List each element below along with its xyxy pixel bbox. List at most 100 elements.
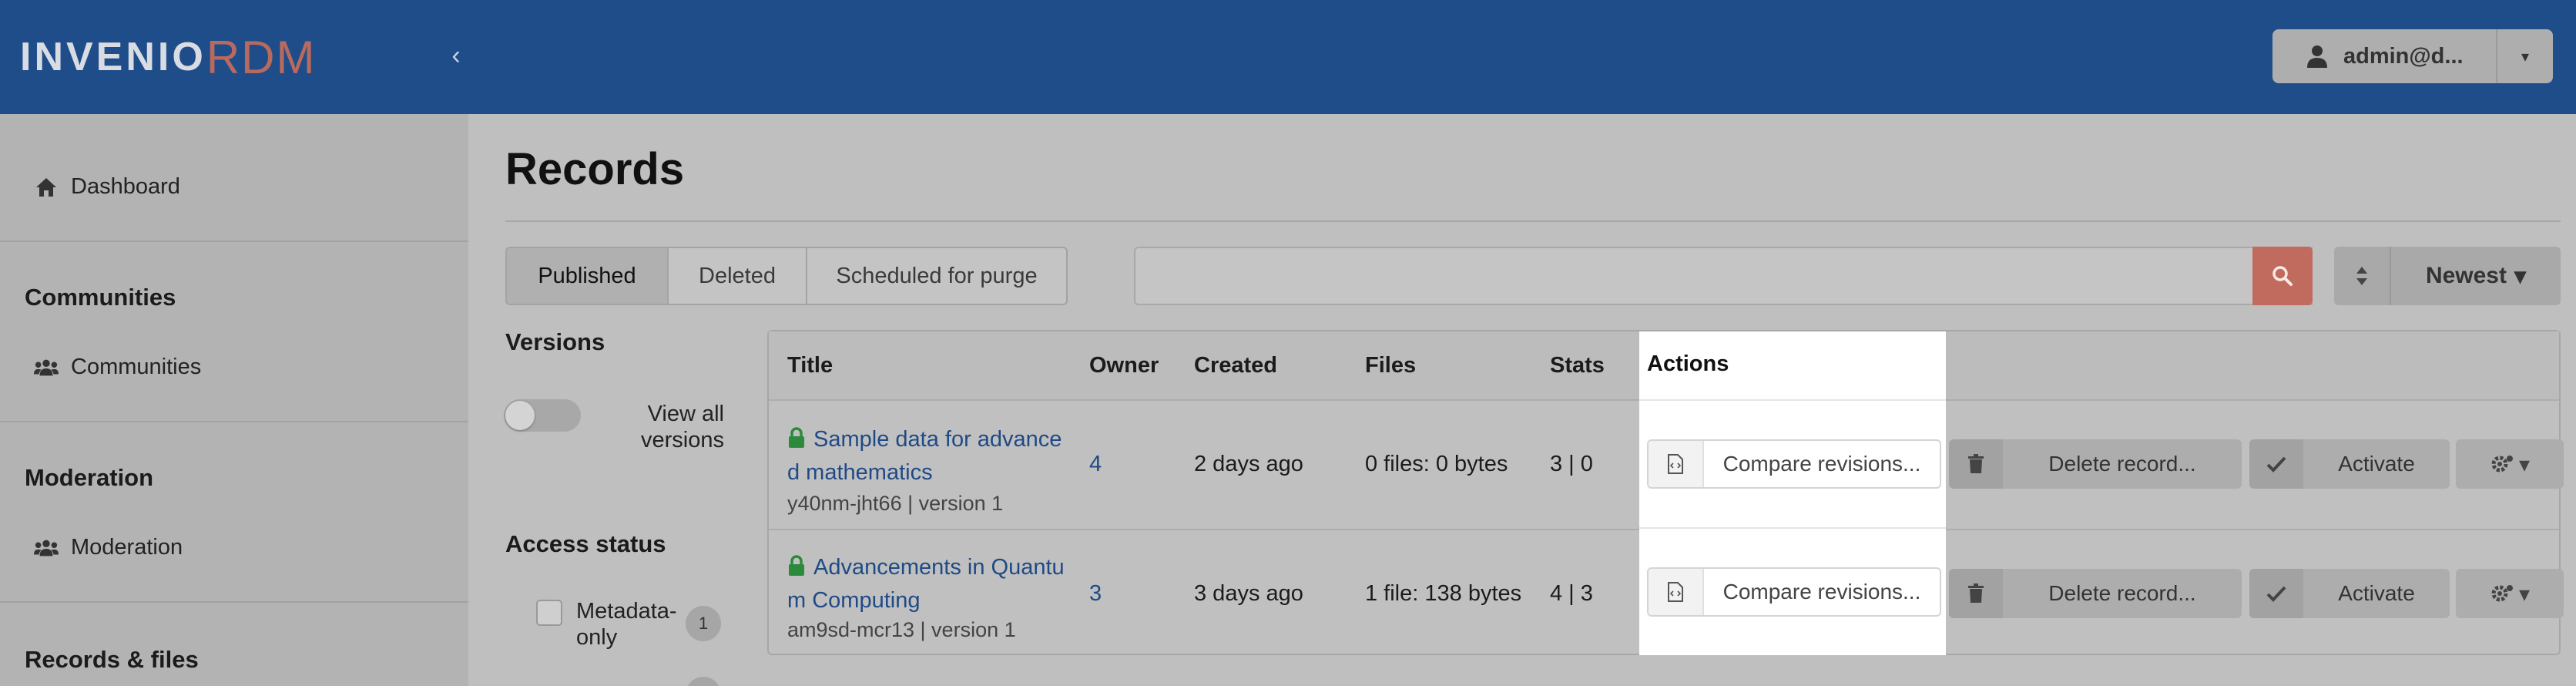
actions-column-highlight: Actions Compare revisions... Compare rev…: [1639, 331, 1946, 655]
record-id-version: am9sd-mcr13 | version 1: [787, 618, 1016, 641]
file-code-icon: [1649, 441, 1704, 487]
delete-record-button[interactable]: Delete record...: [1949, 439, 2242, 489]
record-created: 2 days ago: [1194, 452, 1303, 476]
sort-label: Newest ▾: [2391, 247, 2561, 305]
logo-text-rdm: RDM: [206, 31, 317, 83]
record-title-link[interactable]: Advancements in Quantum Computing: [787, 552, 1065, 616]
tab-deleted[interactable]: Deleted: [669, 248, 807, 304]
column-header-owner: Owner: [1089, 353, 1159, 378]
record-settings-dropdown[interactable]: ▾: [2456, 569, 2564, 618]
activate-button[interactable]: Activate: [2249, 439, 2450, 489]
sort-value: Newest: [2425, 263, 2507, 288]
toggle-knob: [505, 401, 535, 430]
activate-label: Activate: [2338, 452, 2415, 476]
record-title-link[interactable]: Sample data for advanced mathematics: [787, 424, 1065, 488]
admin-sidebar: Dashboard Communities Communities Modera…: [0, 114, 468, 686]
sidebar-heading-records-files: Records & files: [25, 646, 199, 673]
user-menu-main[interactable]: admin@d...: [2272, 29, 2496, 83]
record-owner-link[interactable]: 4: [1089, 452, 1102, 477]
check-icon: [2249, 439, 2303, 489]
tab-published[interactable]: Published: [507, 248, 669, 304]
record-title-text: Advancements in Quantum Computing: [787, 555, 1065, 613]
sidebar-divider: [0, 421, 468, 422]
metadata-only-checkbox[interactable]: [536, 600, 562, 626]
collapse-sidebar-button[interactable]: ‹: [439, 39, 473, 72]
chevron-left-icon: ‹: [451, 40, 461, 70]
search-icon: [2270, 264, 2295, 288]
record-title-text: Sample data for advanced mathematics: [787, 427, 1062, 485]
trash-icon: [1949, 569, 2003, 618]
home-icon: [34, 175, 59, 200]
facet-heading-access-status: Access status: [505, 530, 666, 557]
user-menu-dropdown-toggle[interactable]: ▾: [2496, 29, 2553, 83]
tab-scheduled-for-purge[interactable]: Scheduled for purge: [807, 248, 1066, 304]
top-navbar: INVENIO RDM ‹ admin@d... ▾: [0, 0, 2576, 114]
view-all-versions-toggle[interactable]: [504, 399, 581, 432]
caret-down-icon: ▾: [2521, 48, 2530, 66]
sidebar-item-moderation[interactable]: Moderation: [34, 535, 183, 560]
header-divider: [1639, 399, 1946, 401]
trash-icon: [1949, 439, 2003, 489]
search-input[interactable]: [1134, 247, 2313, 305]
logo-text-invenio: INVENIO: [20, 35, 206, 79]
facet-count-badge: 1: [686, 606, 721, 641]
record-settings-dropdown[interactable]: ▾: [2456, 439, 2564, 489]
compare-revisions-label: Compare revisions...: [1722, 580, 1921, 604]
sidebar-divider: [0, 240, 468, 242]
record-stats: 4 | 3: [1550, 581, 1593, 606]
record-stats: 3 | 0: [1550, 452, 1593, 476]
compare-revisions-button[interactable]: Compare revisions...: [1647, 439, 1941, 489]
sidebar-item-communities[interactable]: Communities: [34, 355, 201, 380]
gears-icon: [2490, 452, 2514, 476]
caret-down-icon: ▾: [2514, 263, 2527, 289]
compare-revisions-label: Compare revisions...: [1722, 452, 1921, 476]
title-divider: [505, 220, 2561, 222]
column-header-files: Files: [1365, 353, 1417, 378]
file-code-icon: [1649, 569, 1704, 615]
record-id-version: y40nm-jht66 | version 1: [787, 492, 1004, 515]
record-files: 0 files: 0 bytes: [1365, 452, 1508, 476]
search-button[interactable]: [2252, 247, 2313, 305]
sidebar-heading-moderation: Moderation: [25, 464, 154, 491]
record-status-tabs: Published Deleted Scheduled for purge: [505, 247, 1068, 305]
sidebar-item-dashboard[interactable]: Dashboard: [34, 174, 180, 200]
column-header-actions: Actions: [1647, 351, 1729, 376]
column-header-created: Created: [1194, 353, 1277, 378]
delete-record-button[interactable]: Delete record...: [1949, 569, 2242, 618]
activate-button[interactable]: Activate: [2249, 569, 2450, 618]
user-icon: [2305, 44, 2329, 69]
check-icon: [2249, 569, 2303, 618]
compare-revisions-button[interactable]: Compare revisions...: [1647, 567, 1941, 617]
sort-icon: [2334, 247, 2391, 305]
invenio-rdm-logo[interactable]: INVENIO RDM: [20, 26, 316, 88]
view-all-versions-label: View all versions: [641, 402, 724, 452]
row-divider: [1639, 527, 1946, 529]
record-files: 1 file: 138 bytes: [1365, 581, 1522, 606]
facet-heading-versions: Versions: [505, 328, 605, 355]
record-created: 3 days ago: [1194, 581, 1303, 606]
sidebar-item-label: Dashboard: [71, 174, 180, 199]
lock-icon: [787, 554, 806, 585]
column-header-title: Title: [787, 353, 834, 378]
column-header-stats: Stats: [1550, 353, 1605, 378]
sidebar-heading-communities: Communities: [25, 284, 176, 311]
user-menu-label: admin@d...: [2343, 43, 2464, 69]
delete-record-label: Delete record...: [2048, 581, 2196, 605]
lock-icon: [787, 426, 806, 457]
users-icon: [34, 355, 59, 380]
sidebar-divider: [0, 601, 468, 603]
sidebar-item-label: Communities: [71, 355, 202, 379]
facet-count-badge: [686, 677, 721, 686]
user-menu-button[interactable]: admin@d... ▾: [2272, 29, 2553, 83]
delete-record-label: Delete record...: [2048, 452, 2196, 476]
users-icon: [34, 536, 59, 560]
metadata-only-label: Metadata-only: [576, 599, 677, 650]
activate-label: Activate: [2338, 581, 2415, 605]
record-owner-link[interactable]: 3: [1089, 581, 1102, 607]
page-title: Records: [505, 144, 685, 194]
sort-dropdown[interactable]: Newest ▾: [2334, 247, 2561, 305]
sidebar-item-label: Moderation: [71, 535, 183, 560]
caret-down-icon: ▾: [2518, 452, 2531, 476]
gears-icon: [2490, 581, 2514, 606]
caret-down-icon: ▾: [2518, 581, 2531, 606]
